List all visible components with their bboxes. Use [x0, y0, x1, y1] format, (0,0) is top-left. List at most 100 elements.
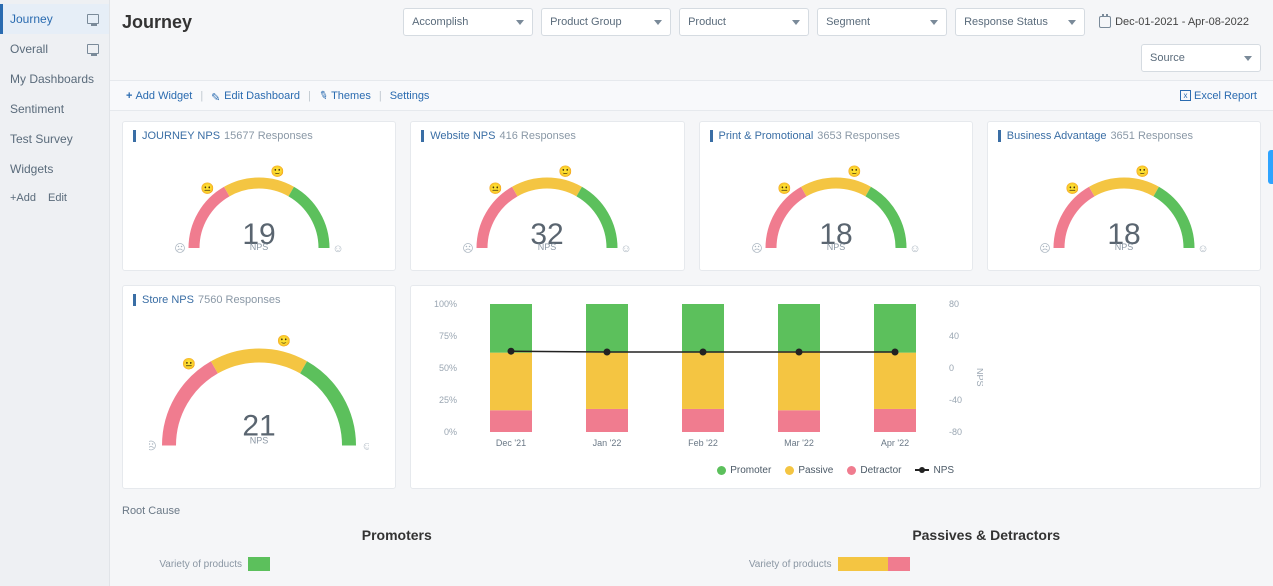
widget-subtitle: 416 Responses: [499, 130, 575, 142]
trend-chart: 0%25%50%75%100%-80-4004080NPSDec '21Jan …: [423, 298, 983, 458]
bar-detractor: [778, 410, 820, 432]
bar-passive: [874, 353, 916, 409]
root-cause-promoters: Promoters Variety of products: [122, 527, 672, 571]
filter-source[interactable]: Source: [1141, 44, 1261, 72]
sidebar: Journey Overall My Dashboards Sentiment Test…: [0, 0, 110, 586]
sidebar-item-label: Sentiment: [10, 102, 64, 116]
topbar-row-2: Source: [110, 40, 1273, 80]
rc-row: Variety of products: [712, 557, 1262, 571]
legend-swatch: [717, 466, 726, 475]
gauge-label: NPS: [826, 242, 845, 252]
gauge-face-icon: 😐: [182, 357, 196, 370]
sidebar-item-label: Widgets: [10, 162, 53, 176]
y-right-label: NPS: [975, 368, 983, 387]
monitor-icon: [87, 44, 99, 54]
widget-title-text: JOURNEY NPS: [142, 130, 220, 142]
edit-dashboard-button[interactable]: Edit Dashboard: [207, 88, 304, 104]
filter-source-label: Source: [1150, 52, 1185, 64]
gauge-chart: ☹😐🙂☺ 18 NPS: [746, 153, 926, 253]
gauge-face-icon: 😐: [1066, 182, 1080, 195]
gauge-chart: ☹😐🙂☺ 21 NPS: [149, 322, 369, 452]
bar-promoter: [586, 304, 628, 353]
toolbar: Add Widget | Edit Dashboard | Themes | S…: [110, 80, 1273, 111]
right-edge-tab[interactable]: [1268, 150, 1273, 184]
plus-icon: [126, 90, 132, 102]
rc-bar-detractor: [888, 557, 910, 571]
legend-label: Promoter: [730, 465, 771, 476]
gauge-label: NPS: [1115, 242, 1134, 252]
gauge-chart: ☹😐🙂☺ 19 NPS: [169, 153, 349, 253]
sidebar-edit[interactable]: Edit: [48, 192, 67, 204]
widget-subtitle: 3653 Responses: [817, 130, 900, 142]
sidebar-item-label: Overall: [10, 42, 48, 56]
x-tick: Apr '22: [881, 438, 909, 448]
add-widget-label: Add Widget: [135, 90, 192, 102]
paint-icon: [319, 89, 328, 102]
widget-subtitle: 7560 Responses: [198, 294, 281, 306]
legend-label: NPS: [933, 465, 954, 476]
sidebar-add[interactable]: +Add: [10, 192, 36, 204]
gauge-face-icon: ☹: [174, 243, 185, 253]
widget-subtitle: 3651 Responses: [1110, 130, 1193, 142]
filter-product-group[interactable]: Product Group: [541, 8, 671, 36]
nps-point: [796, 349, 803, 356]
filter-segment[interactable]: Segment: [817, 8, 947, 36]
filter-product[interactable]: Product: [679, 8, 809, 36]
chart-legend: PromoterPassiveDetractorNPS: [421, 465, 1250, 476]
nps-point: [604, 349, 611, 356]
rc-row-label: Variety of products: [122, 559, 242, 570]
date-range-picker[interactable]: Dec-01-2021 - Apr-08-2022: [1093, 12, 1261, 32]
widget-title: Print & Promotional3653 Responses: [710, 130, 962, 142]
gauge-face-icon: 😐: [201, 182, 215, 195]
nps-point: [700, 349, 707, 356]
legend-swatch: [847, 466, 856, 475]
y-left-tick: 25%: [439, 395, 457, 405]
filter-label: Product: [688, 16, 726, 28]
bar-promoter: [778, 304, 820, 351]
excel-report-button[interactable]: xExcel Report: [1176, 88, 1261, 104]
caret-down-icon: [930, 20, 938, 25]
caret-down-icon: [1244, 56, 1252, 61]
bar-promoter: [490, 304, 532, 353]
gauge-label: NPS: [538, 242, 557, 252]
gauge-face-icon: ☺: [909, 243, 920, 253]
gauge-face-icon: 🙂: [559, 165, 573, 178]
add-widget-button[interactable]: Add Widget: [122, 88, 196, 104]
nps-point: [508, 348, 515, 355]
sidebar-item-label: My Dashboards: [10, 72, 94, 86]
widget-subtitle: 15677 Responses: [224, 130, 313, 142]
gauge-label: NPS: [250, 436, 269, 446]
caret-down-icon: [1068, 20, 1076, 25]
filter-accomplish[interactable]: Accomplish: [403, 8, 533, 36]
widget-title: JOURNEY NPS 15677 Responses: [133, 130, 385, 142]
sidebar-item-widgets[interactable]: Widgets: [0, 154, 109, 184]
sidebar-item-journey[interactable]: Journey: [0, 4, 109, 34]
sidebar-item-overall[interactable]: Overall: [0, 34, 109, 64]
widget-title-text: Website NPS: [430, 130, 495, 142]
settings-button[interactable]: Settings: [386, 88, 434, 104]
filter-response-status[interactable]: Response Status: [955, 8, 1085, 36]
gauge-face-icon: ☹: [149, 441, 157, 453]
bar-detractor: [490, 410, 532, 432]
themes-button[interactable]: Themes: [315, 87, 375, 104]
y-left-tick: 100%: [434, 299, 457, 309]
gauge-face-icon: ☹: [1039, 243, 1050, 253]
gauge-face-icon: ☺: [621, 243, 632, 253]
excel-report-label: Excel Report: [1194, 90, 1257, 102]
y-right-tick: 40: [949, 331, 959, 341]
caret-down-icon: [792, 20, 800, 25]
y-right-tick: 80: [949, 299, 959, 309]
sidebar-item-sentiment[interactable]: Sentiment: [0, 94, 109, 124]
x-tick: Mar '22: [784, 438, 814, 448]
widget-title-text: Store NPS: [142, 294, 194, 306]
sidebar-item-my-dashboards[interactable]: My Dashboards: [0, 64, 109, 94]
gauge-face-icon: ☺: [362, 441, 370, 453]
root-cause-passives-detractors: Passives & Detractors Variety of product…: [712, 527, 1262, 571]
gauge-face-icon: 😐: [777, 182, 791, 195]
page-title: Journey: [122, 12, 192, 33]
caret-down-icon: [654, 20, 662, 25]
filter-label: Response Status: [964, 16, 1048, 28]
filter-label: Accomplish: [412, 16, 468, 28]
gauge-widget: Store NPS7560 Responses ☹😐🙂☺ 21 NPS: [122, 285, 396, 489]
sidebar-item-test-survey[interactable]: Test Survey: [0, 124, 109, 154]
